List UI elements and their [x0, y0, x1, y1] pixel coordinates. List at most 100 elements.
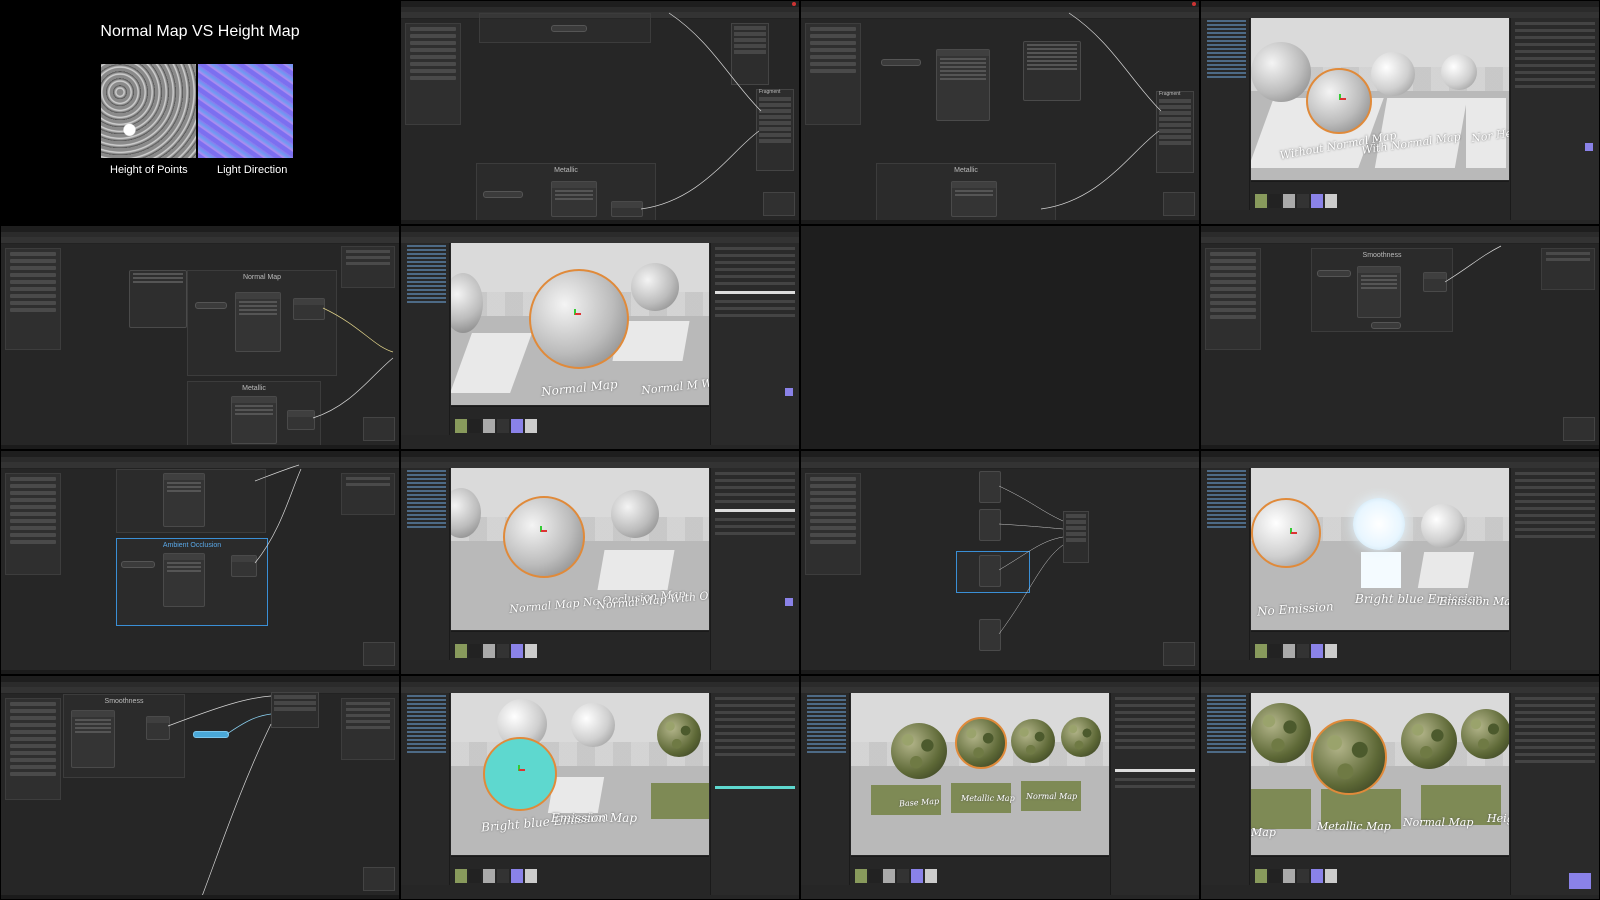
hierarchy-panel[interactable] — [401, 693, 450, 885]
inspector-panel[interactable] — [710, 243, 799, 445]
fragment-stack[interactable]: Fragment — [756, 89, 794, 171]
camo-sphere[interactable] — [1061, 717, 1101, 757]
graph-toolbar[interactable] — [1201, 237, 1599, 244]
inspector-panel[interactable] — [710, 468, 799, 670]
project-panel[interactable] — [451, 856, 709, 895]
occlusion-map-property[interactable] — [121, 561, 155, 568]
scene-viewport[interactable]: Normal Map Normal M With Heig — [451, 243, 709, 405]
multiply-node[interactable] — [287, 410, 315, 430]
texture-thumb[interactable] — [1297, 194, 1309, 208]
transform-gizmo-icon[interactable] — [537, 526, 547, 534]
camo-sphere[interactable] — [657, 713, 701, 757]
graph-node[interactable] — [979, 471, 1001, 503]
sample-texture-node[interactable] — [1357, 266, 1401, 318]
blackboard-panel[interactable] — [5, 698, 61, 800]
graph-toolbar[interactable] — [801, 462, 1199, 469]
sphere[interactable] — [611, 490, 659, 538]
normal-map-swatch[interactable] — [785, 598, 793, 606]
transform-gizmo-icon[interactable] — [1336, 94, 1346, 102]
blackboard-panel[interactable] — [5, 248, 61, 350]
scene-viewport[interactable]: Without Normal Map With Normal Map Nor H… — [1251, 18, 1509, 180]
sample-texture-node[interactable] — [163, 473, 205, 527]
selected-sphere[interactable] — [529, 269, 629, 369]
normal-map-property[interactable] — [881, 59, 921, 66]
selected-camo-sphere[interactable] — [1311, 719, 1387, 795]
graph-toolbar[interactable] — [1, 687, 399, 694]
texture-thumb[interactable] — [1325, 194, 1337, 208]
scene-viewport[interactable]: Base Map Metallic Map Normal Map — [851, 693, 1109, 855]
blackboard-panel[interactable] — [1205, 248, 1261, 350]
inspector-panel[interactable] — [1510, 468, 1599, 670]
emissive-sphere[interactable] — [1353, 498, 1405, 550]
create-node-dropdown[interactable] — [129, 270, 187, 328]
close-icon[interactable] — [792, 2, 796, 6]
graph-node[interactable] — [979, 509, 1001, 541]
fragment-stack[interactable] — [1063, 511, 1089, 563]
blackboard-panel[interactable] — [5, 473, 61, 575]
inspector-panel[interactable] — [1110, 693, 1199, 895]
hierarchy-panel[interactable] — [1201, 468, 1250, 660]
selected-camo-sphere[interactable] — [955, 717, 1007, 769]
inspector-panel[interactable] — [1510, 693, 1599, 895]
graph-inspector[interactable] — [341, 473, 395, 515]
texture-thumb[interactable] — [1283, 194, 1295, 208]
transform-gizmo-icon[interactable] — [571, 309, 581, 317]
emission-color-field[interactable] — [715, 786, 795, 789]
sample-texture-node[interactable] — [936, 49, 990, 121]
graph-inspector[interactable] — [341, 246, 395, 288]
selected-teal-sphere[interactable] — [483, 737, 557, 811]
blackboard-panel[interactable] — [805, 473, 861, 575]
selected-sphere[interactable] — [503, 496, 585, 578]
sample-texture-node[interactable] — [551, 181, 597, 217]
hierarchy-panel[interactable] — [1201, 693, 1250, 885]
main-preview[interactable] — [363, 642, 395, 666]
scene-viewport[interactable]: Normal Map No Occlusion Map Normal Map W… — [451, 468, 709, 630]
project-panel[interactable] — [1251, 631, 1509, 670]
sample-texture-node[interactable] — [163, 553, 205, 607]
sphere[interactable] — [1421, 504, 1465, 548]
close-icon[interactable] — [1192, 2, 1196, 6]
graph-inspector[interactable] — [1541, 248, 1595, 290]
camo-sphere[interactable] — [1401, 713, 1457, 769]
multiply-node[interactable] — [146, 716, 170, 740]
sphere[interactable] — [1441, 54, 1477, 90]
fragment-stack[interactable] — [271, 692, 319, 728]
multiply-node[interactable] — [611, 201, 643, 217]
normal-map-swatch[interactable] — [785, 388, 793, 396]
sphere[interactable] — [1371, 52, 1415, 96]
sphere[interactable] — [571, 703, 615, 747]
smoothness-property[interactable] — [1371, 322, 1401, 329]
smoothness-map-property[interactable] — [1317, 270, 1351, 277]
graph-toolbar[interactable] — [801, 12, 1199, 19]
sphere[interactable] — [1251, 42, 1311, 102]
vertex-stack[interactable] — [731, 23, 769, 85]
hierarchy-panel[interactable] — [1201, 18, 1250, 210]
blackboard-panel[interactable] — [805, 23, 861, 125]
hierarchy-panel[interactable] — [401, 468, 450, 660]
graph-node[interactable] — [979, 619, 1001, 651]
normal-map-property[interactable] — [195, 302, 227, 309]
project-panel[interactable] — [451, 631, 709, 670]
main-preview[interactable] — [1563, 417, 1595, 441]
metallic-map-property[interactable] — [483, 191, 523, 198]
project-panel[interactable] — [851, 856, 1109, 895]
hierarchy-panel[interactable] — [801, 693, 850, 885]
project-panel[interactable] — [1251, 856, 1509, 895]
create-node-dropdown[interactable] — [1023, 41, 1081, 101]
multiply-node[interactable] — [231, 555, 257, 577]
selected-sphere[interactable] — [1251, 498, 1321, 568]
project-panel[interactable] — [1251, 181, 1509, 220]
main-preview[interactable] — [363, 867, 395, 891]
main-preview[interactable] — [1163, 192, 1195, 216]
camo-sphere[interactable] — [1251, 703, 1311, 763]
sphere[interactable] — [631, 263, 679, 311]
texture-thumb[interactable] — [1311, 194, 1323, 208]
project-panel[interactable] — [451, 406, 709, 445]
texture-picker-preview[interactable] — [1569, 873, 1591, 889]
normal-map-swatch[interactable] — [1585, 143, 1593, 151]
hierarchy-panel[interactable] — [401, 243, 450, 435]
normal-strength-node[interactable] — [293, 298, 325, 320]
blackboard-panel[interactable] — [405, 23, 461, 125]
scene-viewport[interactable]: No Emission Bright blue Emission Emissio… — [1251, 468, 1509, 630]
camo-sphere[interactable] — [1461, 709, 1509, 759]
